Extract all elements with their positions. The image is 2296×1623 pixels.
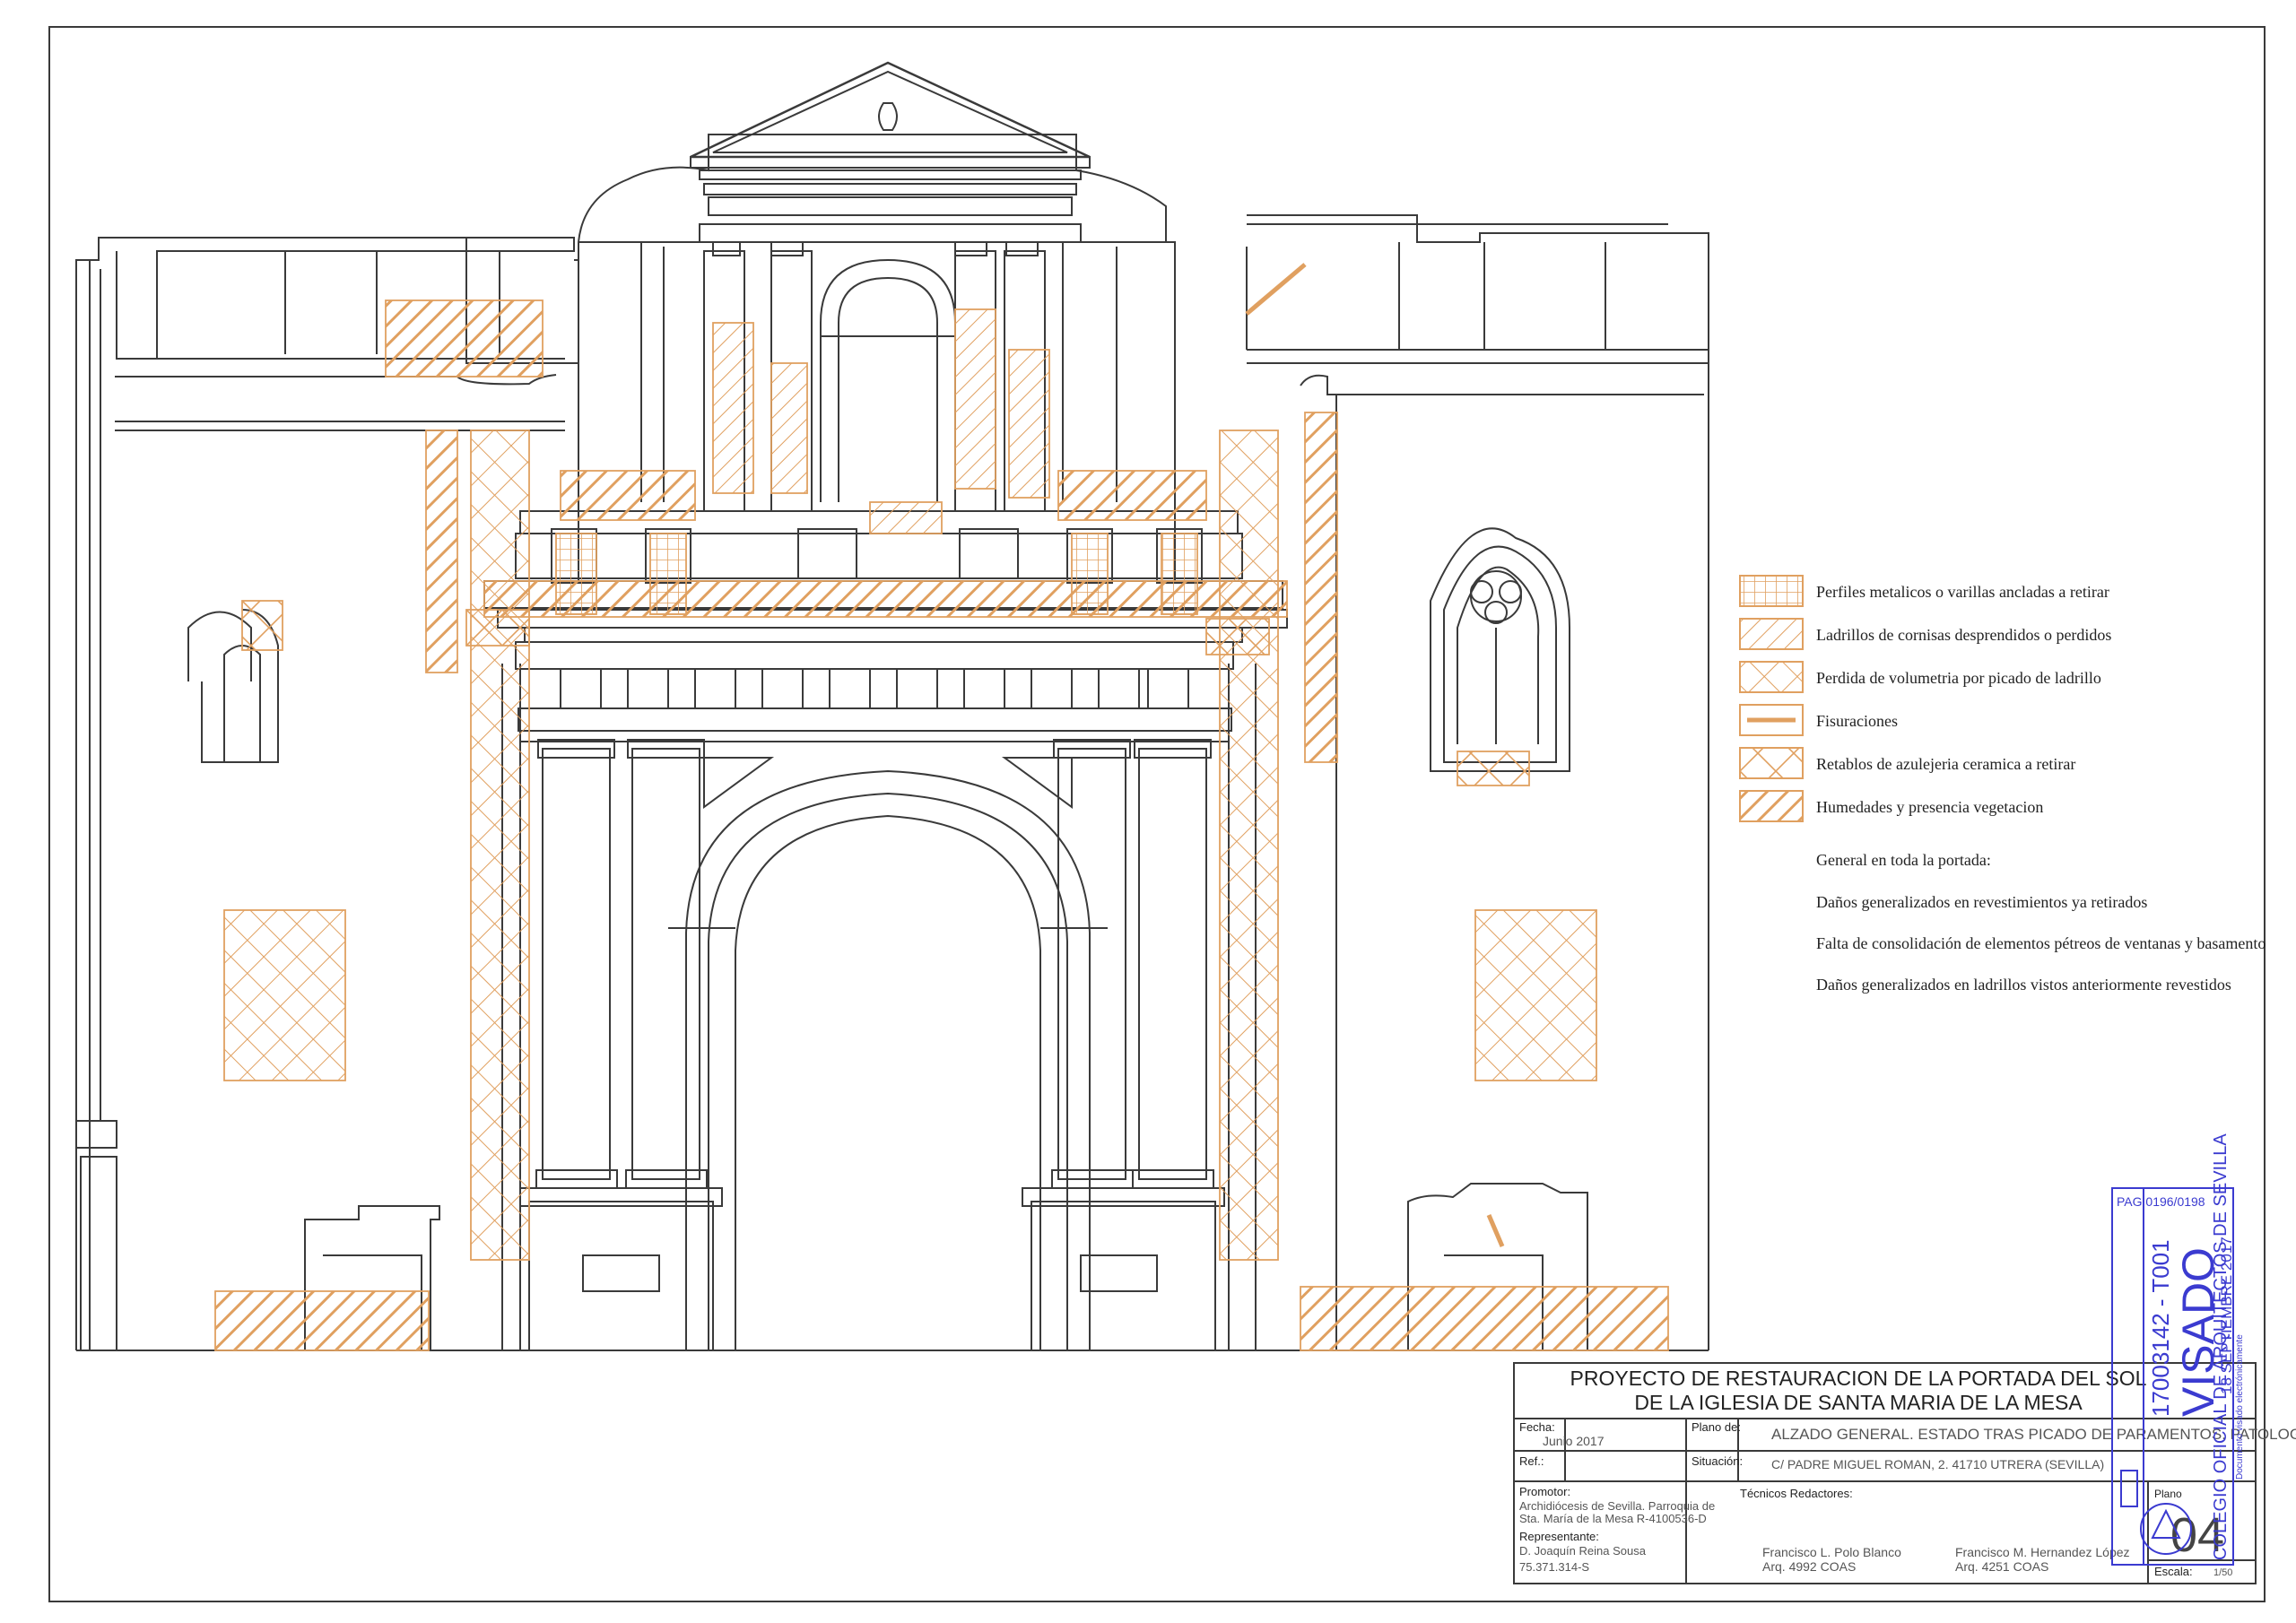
fecha-label: Fecha: [1519, 1420, 1555, 1434]
plano-number-label: Plano [2154, 1488, 2182, 1500]
representante-id: 75.371.314-S [1519, 1560, 1589, 1574]
legend-label-cornice: Ladrillos de cornisas desprendidos o per… [1816, 626, 2111, 644]
stamp-college: COLEGIO OFICIAL DE ARQUITECTOS DE SEVILL… [2211, 1133, 2231, 1560]
general-note-2: Falta de consolidación de elementos pétr… [1816, 934, 2266, 952]
promotor-label: Promotor: [1519, 1485, 1570, 1498]
promotor-line2: Sta. María de la Mesa R-4100536-D [1519, 1512, 1707, 1525]
architectural-drawing-sheet: Perfiles metalicos o varillas ancladas a… [48, 26, 2296, 1602]
legend-label-metal: Perfiles metalicos o varillas ancladas a… [1816, 583, 2109, 601]
legend-swatch-tiles [1739, 747, 1804, 779]
tecnico1-name: Francisco L. Polo Blanco [1762, 1545, 1901, 1559]
legend-swatch-volume [1739, 661, 1804, 693]
columns [535, 739, 1214, 1189]
escala-value: 1/50 [2213, 1567, 2232, 1578]
stamp-code: 17003142 - T001 [2147, 1239, 2174, 1417]
legend: Perfiles metalicos o varillas ancladas a… [1739, 575, 2266, 994]
fecha-value: Junio 2017 [1543, 1434, 1605, 1448]
tecnico1-arq: Arq. 4992 COAS [1762, 1559, 1856, 1574]
facade-elevation [75, 61, 1709, 1351]
project-title-line2: DE LA IGLESIA DE SANTA MARIA DE LA MESA [1634, 1391, 2083, 1414]
legend-swatch-metal [1739, 575, 1804, 607]
promotor-line1: Archidiócesis de Sevilla. Parroquia de [1519, 1499, 1715, 1513]
damage-hatches [214, 263, 1669, 1351]
representante-label: Representante: [1519, 1530, 1599, 1543]
tecnicos-label: Técnicos Redactores: [1740, 1487, 1853, 1500]
situacion-value: C/ PADRE MIGUEL ROMAN, 2. 41710 UTRERA (… [1771, 1457, 2104, 1471]
general-note-1: Daños generalizados en revestimientos ya… [1816, 893, 2147, 911]
legend-label-cracks: Fisuraciones [1816, 712, 1898, 730]
project-title-line1: PROYECTO DE RESTAURACION DE LA PORTADA D… [1570, 1367, 2147, 1390]
stamp-note: Documento visado electrónicamente [2235, 1334, 2245, 1480]
balustrade [560, 668, 1189, 709]
legend-label-tiles: Retablos de azulejeria ceramica a retira… [1816, 755, 2075, 773]
legend-swatch-cornice [1739, 618, 1804, 650]
general-notes-title: General en toda la portada: [1816, 851, 1991, 869]
stamp-pag: PAG 0196/0198 [2117, 1194, 2205, 1209]
legend-label-damp: Humedades y presencia vegetacion [1816, 798, 2043, 816]
general-note-3: Daños generalizados en ladrillos vistos … [1816, 976, 2231, 994]
situacion-label: Situación: [1692, 1454, 1743, 1468]
tecnico2-name: Francisco M. Hernandez López [1955, 1545, 2130, 1559]
plano-label: Plano de: [1692, 1420, 1741, 1434]
tecnico2-arq: Arq. 4251 COAS [1955, 1559, 2048, 1574]
legend-swatch-damp [1739, 790, 1804, 822]
representante-name: D. Joaquín Reina Sousa [1519, 1544, 1647, 1558]
ref-label: Ref.: [1519, 1454, 1544, 1468]
legend-label-volume: Perdida de volumetria por picado de ladr… [1816, 669, 2101, 687]
escala-label: Escala: [2154, 1565, 2193, 1578]
